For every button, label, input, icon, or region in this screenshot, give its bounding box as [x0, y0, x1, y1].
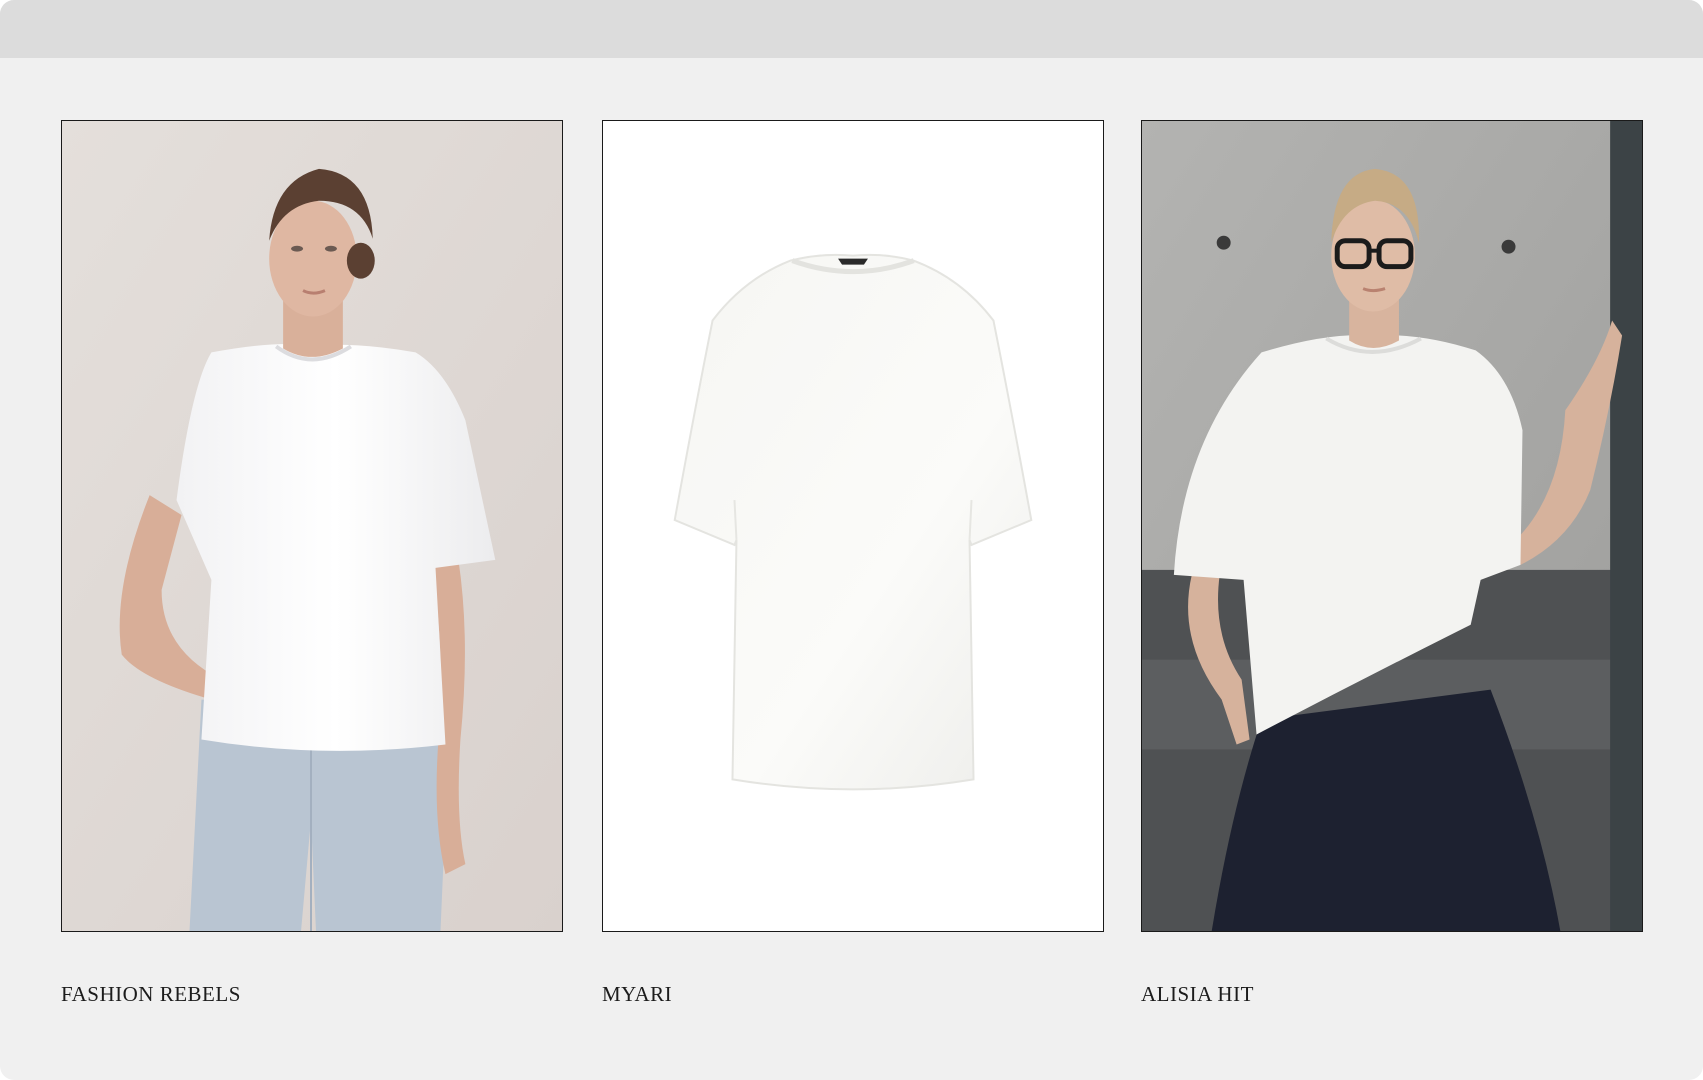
brand-label-fashion-rebels: FASHION REBELS — [61, 982, 241, 1006]
window-top-bar — [0, 0, 1703, 58]
product-image-myari[interactable] — [602, 120, 1104, 932]
brand-label-myari: MYARI — [602, 982, 673, 1006]
product-image-fashion-rebels[interactable] — [61, 120, 563, 932]
product-photo — [603, 121, 1103, 931]
product-image-alisia-hit[interactable] — [1141, 120, 1643, 932]
product-photo — [62, 121, 562, 931]
product-photo — [1142, 121, 1642, 931]
product-gallery-window: FASHION REBELS MYARI ALISIA HIT — [0, 0, 1703, 1080]
brand-label-alisia-hit: ALISIA HIT — [1141, 982, 1254, 1006]
